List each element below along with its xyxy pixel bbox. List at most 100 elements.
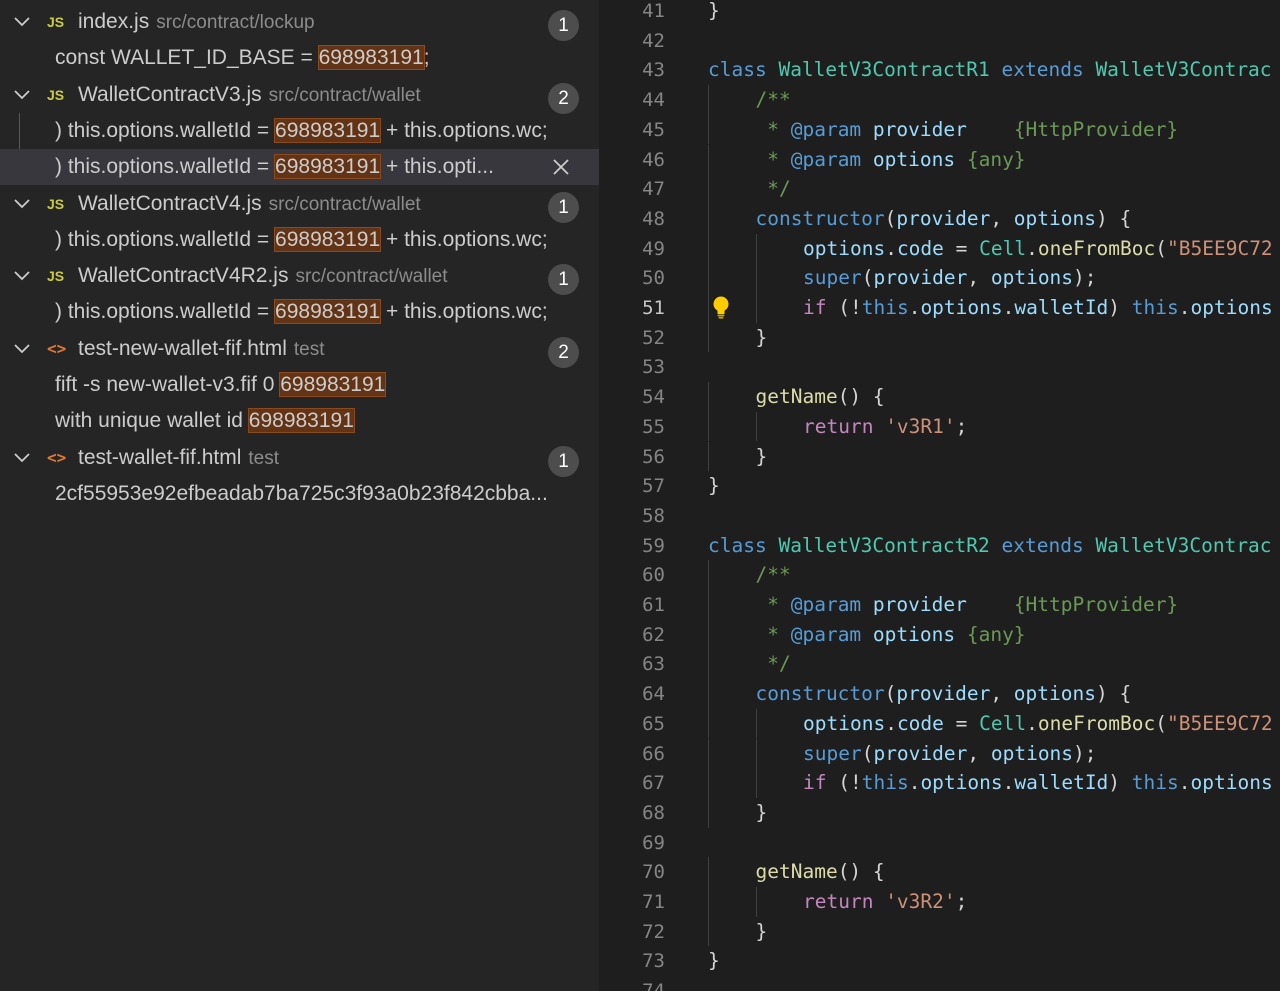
code-token: ( [884,682,897,706]
code-line[interactable]: 70 getName() { [599,857,1280,887]
code-text: class WalletV3ContractR1 extends WalletV… [708,55,1272,85]
search-match-row[interactable]: ) this.options.walletId = 698983191 + th… [0,222,599,258]
match-count-badge: 1 [548,264,579,296]
code-token: constructor [755,206,885,230]
code-token: getName [755,385,838,409]
code-token: extends [1001,533,1096,557]
code-token: options [1013,206,1096,230]
code-line[interactable]: 72} [599,917,1280,947]
result-file-header[interactable]: <> test-wallet-fif.html test 1 [0,440,599,477]
indent-guide [708,411,709,442]
search-match-row[interactable]: const WALLET_ID_BASE = 698983191; [0,40,599,76]
code-token: provider [872,593,1014,616]
code-token: * [755,117,791,141]
code-token: "B5EE9C72 [1167,711,1273,735]
code-line[interactable]: 49 options.code = Cell.oneFromBoc("B5EE9C… [599,234,1280,264]
match-count-badge: 2 [548,336,579,368]
match-prefix: ) this.options.walletId = [55,300,276,324]
code-line[interactable]: 55 return 'v3R1'; [599,412,1280,442]
code-line[interactable]: 56} [599,442,1280,472]
code-line[interactable]: 65 options.code = Cell.oneFromBoc("B5EE9C… [599,709,1280,739]
code-line[interactable]: 53 [599,352,1280,382]
close-icon[interactable] [550,156,572,178]
js-file-icon: JS [47,195,65,212]
code-line[interactable]: 57} [599,471,1280,501]
code-line[interactable]: 43 class WalletV3ContractR1 extends Walle… [599,55,1280,85]
code-line[interactable]: 46 * @param options {any} [599,145,1280,175]
result-file-header[interactable]: JS WalletContractV4.js src/contract/wallet… [0,186,599,223]
code-line[interactable]: 74 [599,976,1280,991]
search-match-row[interactable]: fift -s new-wallet-v3.fif 0 698983191 [0,367,599,403]
line-number: 72 [642,920,665,943]
file-name: WalletContractV3.js src/contract/wallet [78,77,421,114]
line-number: 49 [642,237,665,260]
code-line[interactable]: 45 * @param provider {HttpProvider} [599,115,1280,145]
indent-guide [708,857,709,887]
code-line[interactable]: 47 */ [599,174,1280,204]
chevron-down-icon[interactable] [12,268,32,284]
code-text: return 'v3R1'; [803,412,967,442]
code-line[interactable]: 63 */ [599,649,1280,679]
code-line[interactable]: 50 super(provider, options); [599,263,1280,293]
code-line[interactable]: 64 constructor(provider, options) { [599,679,1280,709]
code-text: super(provider, options); [803,739,1097,769]
line-number: 55 [642,415,665,438]
match-highlight: 698983191 [274,299,382,325]
match-text: const WALLET_ID_BASE = 698983191; [55,40,430,76]
code-line[interactable]: 52} [599,323,1280,353]
line-number: 66 [642,742,665,765]
chevron-down-icon[interactable] [12,14,32,30]
line-number: 70 [642,861,665,884]
search-match-row[interactable]: 2cf55953e92efbeadab7ba725c3f93a0b23f842c… [0,476,599,512]
code-line[interactable]: 68} [599,798,1280,828]
code-line[interactable]: 69 [599,828,1280,858]
code-line[interactable]: 51 if (!this.options.walletId) this.optio… [599,293,1280,323]
code-line[interactable]: 41} [599,0,1280,26]
file-name: index.js src/contract/lockup [78,4,315,41]
code-line[interactable]: 73} [599,946,1280,976]
file-name-text: test-wallet-fif.html [78,445,242,469]
chevron-down-icon[interactable] [12,196,32,212]
search-match-row[interactable]: ) this.options.walletId = 698983191 + th… [0,294,599,330]
code-token: provider [872,117,1014,141]
code-line[interactable]: 48 constructor(provider, options) { [599,204,1280,234]
search-match-row[interactable]: ) this.options.walletId = 698983191 + th… [0,113,599,149]
chevron-down-icon[interactable] [12,341,32,357]
code-line[interactable]: 71 return 'v3R2'; [599,887,1280,917]
code-editor[interactable]: 41} 42 43 class WalletV3ContractR1 extends … [599,0,1280,991]
result-file-header[interactable]: <> test-new-wallet-fif.html test 2 [0,331,599,368]
result-file-header[interactable]: JS index.js src/contract/lockup 1 [0,4,599,41]
code-line[interactable]: 66 super(provider, options); [599,739,1280,769]
code-token: class [708,533,779,557]
code-token: return [803,414,886,438]
code-line[interactable]: 62 * @param options {any} [599,620,1280,650]
code-line[interactable]: 60 /** [599,560,1280,590]
match-suffix: + this.opti... [380,155,494,179]
code-line[interactable]: 54 getName() { [599,382,1280,412]
match-text: fift -s new-wallet-v3.fif 0 698983191 [55,367,387,403]
match-prefix: fift -s new-wallet-v3.fif 0 [55,373,281,396]
chevron-down-icon[interactable] [12,450,32,466]
code-line[interactable]: 44 /** [599,85,1280,115]
chevron-down-icon[interactable] [12,87,32,103]
code-text: if (!this.options.walletId) this.options [803,293,1273,323]
indent-guide [708,887,709,917]
code-line[interactable]: 42 [599,26,1280,56]
search-match-row[interactable]: with unique wallet id 698983191 [0,403,599,439]
result-file-header[interactable]: JS WalletContractV3.js src/contract/wallet… [0,77,599,114]
match-highlight: 698983191 [279,372,387,397]
code-token: (! [838,296,862,319]
line-number: 58 [642,504,665,527]
code-line[interactable]: 59 class WalletV3ContractR2 extends Walle… [599,531,1280,561]
search-match-row[interactable]: ) this.options.walletId = 698983191 + th… [0,149,599,186]
code-line[interactable]: 67 if (!this.options.walletId) this.optio… [599,768,1280,798]
code-line[interactable]: 58 [599,501,1280,531]
code-token: "B5EE9C72 [1167,236,1273,260]
indent-guide [755,768,757,798]
indent-guide [708,233,709,264]
code-line[interactable]: 61 * @param provider {HttpProvider} [599,590,1280,620]
indent-guide [708,293,709,323]
result-file-header[interactable]: JS WalletContractV4R2.js src/contract/wall… [0,258,599,296]
line-number: 65 [642,712,665,735]
code-token: WalletV3Contrac [1095,533,1272,557]
